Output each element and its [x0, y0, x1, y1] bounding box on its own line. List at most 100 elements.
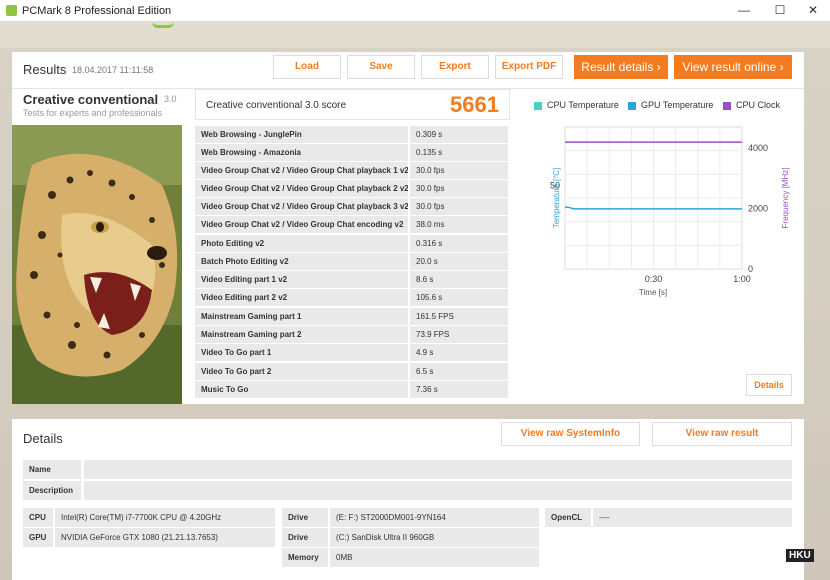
description-label: Description — [23, 481, 81, 500]
test-name: Creative conventional — [23, 92, 159, 107]
legend-label: GPU Temperature — [641, 100, 714, 110]
maximize-button[interactable]: ☐ — [763, 0, 797, 22]
result-value: 20.0 s — [410, 253, 508, 270]
test-subtitle: Tests for experts and professionals — [23, 108, 163, 118]
result-name: Batch Photo Editing v2 — [195, 253, 408, 270]
legend-swatch — [723, 102, 731, 110]
score-box: Creative conventional 3.0 score 5661 — [195, 89, 510, 120]
legend-swatch — [534, 102, 542, 110]
watermark-logo: HKU — [786, 549, 814, 562]
result-details-label: Result details — [581, 60, 654, 74]
header-strip — [0, 22, 830, 48]
result-value: 30.0 fps — [410, 180, 508, 197]
result-value: 105.6 s — [410, 289, 508, 306]
legend-label: CPU Temperature — [547, 100, 619, 110]
y-tick-right-label: 0 — [748, 264, 753, 274]
right-axis-label: Frequency [MHz] — [781, 168, 790, 229]
result-name: Mainstream Gaming part 1 — [195, 308, 408, 325]
result-name: Video Group Chat v2 / Video Group Chat p… — [195, 162, 408, 179]
legend-swatch — [628, 102, 636, 110]
drive-value: (C:) SanDisk Ultra II 960GB — [330, 528, 539, 547]
result-row: Mainstream Gaming part 1 161.5 FPS — [195, 308, 508, 325]
score-value: 5661 — [450, 92, 499, 117]
view-raw-result-button[interactable]: View raw result — [652, 422, 792, 446]
result-value: 38.0 ms — [410, 216, 508, 233]
result-row: Photo Editing v2 0.316 s — [195, 235, 508, 252]
result-value: 73.9 FPS — [410, 326, 508, 343]
result-value: 6.5 s — [410, 363, 508, 380]
load-button[interactable]: Load — [273, 55, 341, 79]
result-name: Web Browsing - Amazonia — [195, 144, 408, 161]
save-button[interactable]: Save — [347, 55, 415, 79]
result-name: Video Editing part 2 v2 — [195, 289, 408, 306]
result-row: Video To Go part 1 4.9 s — [195, 344, 508, 361]
result-row: Music To Go 7.36 s — [195, 381, 508, 398]
close-button[interactable]: ✕ — [796, 0, 830, 22]
y-tick-right-label: 2000 — [748, 204, 768, 214]
cpu-value: Intel(R) Core(TM) i7-7700K CPU @ 4.20GHz — [55, 508, 275, 527]
gpu-label: GPU — [23, 528, 53, 547]
x-axis-label: Time [s] — [639, 288, 667, 297]
drive-value: (E: F:) ST2000DM001-9YN164 — [330, 508, 539, 527]
results-date: 18.04.2017 11:11:58 — [72, 65, 154, 75]
y-tick-right-label: 4000 — [748, 143, 768, 153]
legend-cpu-clock: CPU Clock — [723, 100, 780, 110]
result-name: Web Browsing - JunglePin — [195, 126, 408, 143]
drive-label: Drive — [282, 508, 328, 527]
pcmark-app-icon — [6, 5, 17, 16]
export-button[interactable]: Export — [421, 55, 489, 79]
logo-fragment — [152, 22, 174, 28]
cpu-label: CPU — [23, 508, 53, 527]
result-value: 30.0 fps — [410, 198, 508, 215]
result-row: Video Group Chat v2 / Video Group Chat p… — [195, 162, 508, 179]
test-version: 3.0 — [164, 94, 177, 104]
result-value: 0.316 s — [410, 235, 508, 252]
result-name: Video Editing part 1 v2 — [195, 271, 408, 288]
result-value: 7.36 s — [410, 381, 508, 398]
legend-gpu-temperature: GPU Temperature — [628, 100, 713, 110]
x-tick-label: 1:00 — [733, 274, 751, 284]
gpu-value: NVIDIA GeForce GTX 1080 (21.21.13.7653) — [55, 528, 275, 547]
monitoring-chart: 50 4000 2000 0 0:30 1:00 Time [s] Temper… — [550, 126, 790, 297]
name-value — [84, 460, 792, 479]
legend-label: CPU Clock — [736, 100, 781, 110]
window-title: PCMark 8 Professional Edition — [22, 5, 172, 17]
results-panel: Results 18.04.2017 11:11:58 Load Save Ex… — [12, 52, 804, 404]
view-result-online-button[interactable]: View result online › — [674, 55, 792, 79]
opencl-value: ---- — [593, 508, 792, 527]
description-value — [84, 481, 792, 500]
window-titlebar: PCMark 8 Professional Edition — ☐ ✕ — [0, 0, 830, 22]
result-row: Web Browsing - Amazonia 0.135 s — [195, 144, 508, 161]
details-heading: Details — [23, 431, 63, 446]
result-row: Web Browsing - JunglePin 0.309 s — [195, 126, 508, 143]
result-value: 161.5 FPS — [410, 308, 508, 325]
score-label: Creative conventional 3.0 score — [206, 100, 347, 111]
result-name: Mainstream Gaming part 2 — [195, 326, 408, 343]
result-row: Video Group Chat v2 / Video Group Chat p… — [195, 180, 508, 197]
opencl-label: OpenCL — [545, 508, 591, 527]
result-name: Video To Go part 2 — [195, 363, 408, 380]
result-row: Video Group Chat v2 / Video Group Chat e… — [195, 216, 508, 233]
result-details-button[interactable]: Result details › — [574, 55, 668, 79]
result-row: Video Group Chat v2 / Video Group Chat p… — [195, 198, 508, 215]
view-raw-systeminfo-button[interactable]: View raw SystemInfo — [501, 422, 640, 446]
result-row: Video Editing part 1 v2 8.6 s — [195, 271, 508, 288]
result-value: 30.0 fps — [410, 162, 508, 179]
x-tick-label: 0:30 — [645, 274, 663, 284]
result-row: Mainstream Gaming part 2 73.9 FPS — [195, 326, 508, 343]
result-value: 0.135 s — [410, 144, 508, 161]
chevron-right-icon: › — [656, 60, 661, 74]
view-online-label: View result online — [682, 60, 777, 74]
export-pdf-button[interactable]: Export PDF — [495, 55, 563, 79]
name-label: Name — [23, 460, 81, 479]
result-value: 8.6 s — [410, 271, 508, 288]
result-value: 0.309 s — [410, 126, 508, 143]
chart-details-button[interactable]: Details — [746, 374, 792, 396]
results-heading: Results — [23, 62, 67, 77]
details-panel: Details View raw SystemInfo View raw res… — [12, 419, 804, 580]
minimize-button[interactable]: — — [727, 0, 761, 22]
drive-label: Drive — [282, 528, 328, 547]
legend-cpu-temperature: CPU Temperature — [534, 100, 619, 110]
left-axis-label: Temperature [°C] — [552, 168, 561, 229]
result-name: Video Group Chat v2 / Video Group Chat p… — [195, 198, 408, 215]
